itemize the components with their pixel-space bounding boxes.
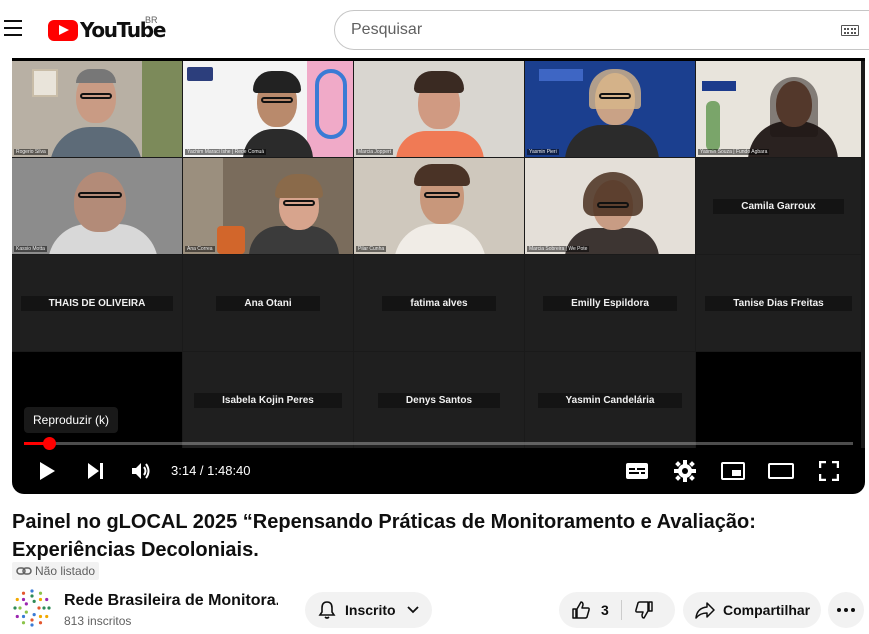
thumbs-down-icon	[635, 601, 653, 619]
tile-caption: Kassio Motta	[14, 246, 47, 252]
video-tile: Rogerio Silva	[12, 61, 182, 157]
link-icon	[16, 567, 32, 575]
thumbs-up-icon	[572, 601, 590, 619]
tile-caption: Yasmin Souza | Fundo Agbara	[698, 149, 770, 155]
play-button[interactable]	[32, 453, 62, 489]
empty-tile	[696, 352, 861, 448]
country-code: BR	[145, 15, 158, 25]
fullscreen-button[interactable]	[814, 453, 844, 489]
next-button[interactable]	[80, 453, 110, 489]
tile-caption: Ana Correa	[185, 246, 215, 252]
video-call-grid: Rogerio Silva Yachim Maraci Ishe | Rede …	[12, 61, 865, 448]
play-icon	[40, 462, 55, 480]
video-tile: Yasmin Souza | Fundo Agbara	[696, 61, 861, 157]
video-tile: Yasmin Pieri	[525, 61, 695, 157]
progress-bar[interactable]	[24, 437, 853, 450]
miniplayer-icon	[721, 462, 745, 480]
fullscreen-icon	[819, 461, 839, 481]
visibility-label: Não listado	[35, 564, 96, 578]
volume-icon	[132, 463, 150, 479]
subtitles-button[interactable]	[622, 453, 652, 489]
video-tile: Marcia Joppert	[354, 61, 524, 157]
participant-tile: fatima alves	[354, 255, 524, 351]
empty-tile	[12, 352, 182, 448]
next-icon	[88, 463, 103, 479]
subscribe-button[interactable]: Inscrito	[305, 592, 432, 628]
dislike-button[interactable]	[622, 592, 675, 628]
player-controls: 3:14 / 1:48:40	[12, 453, 865, 489]
theater-icon	[768, 463, 794, 479]
like-count: 3	[601, 602, 609, 618]
more-actions-button[interactable]	[828, 592, 864, 628]
participant-tile: THAIS DE OLIVEIRA	[12, 255, 182, 351]
subscribe-label: Inscrito	[345, 602, 396, 618]
play-tooltip: Reproduzir (k)	[24, 407, 119, 433]
top-bar: YouTube BR	[0, 0, 869, 58]
time-display: 3:14 / 1:48:40	[171, 463, 251, 478]
participant-tile: Ana Otani	[183, 255, 353, 351]
participant-name: Tanise Dias Freitas	[705, 295, 852, 311]
participant-tile: Yasmin Candelária	[525, 352, 695, 448]
scrubber-handle[interactable]	[43, 437, 56, 450]
chevron-down-icon	[406, 606, 419, 614]
theater-mode-button[interactable]	[766, 453, 796, 489]
search-input[interactable]	[351, 11, 821, 49]
visibility-badge: Não listado	[12, 562, 100, 580]
participant-name: THAIS DE OLIVEIRA	[20, 295, 174, 311]
volume-button[interactable]	[126, 453, 156, 489]
participant-tile: Camila Garroux	[696, 158, 861, 254]
share-button[interactable]: Compartilhar	[683, 592, 821, 628]
bell-icon	[318, 601, 336, 619]
participant-name: Yasmin Candelária	[537, 392, 683, 408]
tile-caption: Pilar Cunha	[356, 246, 387, 252]
channel-logo-icon	[13, 589, 51, 627]
participant-name: Ana Otani	[216, 295, 320, 311]
tile-caption: Yasmin Pieri	[527, 149, 559, 155]
subtitles-icon	[626, 463, 648, 479]
miniplayer-button[interactable]	[718, 453, 748, 489]
tile-caption: Yachim Maraci Ishe | Rede Comuá	[185, 149, 267, 155]
tile-caption: Marcia Sobreira | We Pote	[527, 246, 590, 252]
search-box	[334, 10, 869, 50]
video-tile: Ana Correa	[183, 158, 353, 254]
video-tile: Marcia Sobreira | We Pote	[525, 158, 695, 254]
participant-name: fatima alves	[382, 295, 496, 311]
participant-tile: Tanise Dias Freitas	[696, 255, 861, 351]
video-title: Painel no gLOCAL 2025 “Repensando Prátic…	[12, 511, 756, 561]
tile-caption: Rogerio Silva	[14, 149, 48, 155]
video-tile: Yachim Maraci Ishe | Rede Comuá	[183, 61, 353, 157]
video-tile: Pilar Cunha	[354, 158, 524, 254]
video-tile: Kassio Motta	[12, 158, 182, 254]
subscriber-count: 813 inscritos	[64, 614, 132, 628]
participant-name: Camila Garroux	[713, 198, 844, 214]
gear-icon	[674, 460, 696, 482]
video-player[interactable]: Rogerio Silva Yachim Maraci Ishe | Rede …	[12, 58, 865, 494]
share-label: Compartilhar	[723, 602, 811, 618]
participant-name: Emilly Espildora	[543, 295, 677, 311]
like-dislike-group: 3	[559, 592, 675, 628]
channel-avatar[interactable]	[12, 588, 52, 628]
tile-caption: Marcia Joppert	[356, 149, 394, 155]
menu-icon[interactable]	[4, 20, 22, 36]
keyboard-icon[interactable]	[841, 25, 859, 36]
like-button[interactable]: 3	[559, 592, 621, 628]
more-icon	[837, 608, 855, 612]
share-icon	[695, 602, 715, 619]
participant-tile: Isabela Kojin Peres	[183, 352, 353, 448]
youtube-play-icon	[48, 19, 78, 41]
participant-name: Isabela Kojin Peres	[194, 392, 342, 408]
participant-tile: Denys Santos	[354, 352, 524, 448]
channel-name[interactable]: Rede Brasileira de Monitora...	[64, 592, 278, 610]
participant-name: Denys Santos	[377, 392, 501, 408]
settings-button[interactable]	[670, 453, 700, 489]
participant-tile: Emilly Espildora	[525, 255, 695, 351]
